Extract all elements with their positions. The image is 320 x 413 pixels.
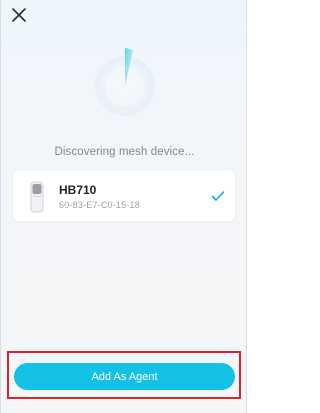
radar-scan-icon [95, 48, 155, 116]
device-mac-address: 60-83-E7-C0-15-18 [59, 200, 140, 210]
mesh-device-icon [30, 181, 44, 213]
add-as-agent-button[interactable]: Add As Agent [14, 363, 235, 390]
close-icon [12, 8, 26, 22]
checkmark-icon [211, 191, 225, 201]
close-button[interactable] [10, 6, 28, 24]
discovery-status-text: Discovering mesh device... [54, 146, 195, 158]
discover-mesh-screen: Discovering mesh device... HB710 60-83-E… [0, 0, 247, 413]
device-list-item[interactable]: HB710 60-83-E7-C0-15-18 [13, 171, 235, 221]
device-name: HB710 [59, 183, 97, 197]
